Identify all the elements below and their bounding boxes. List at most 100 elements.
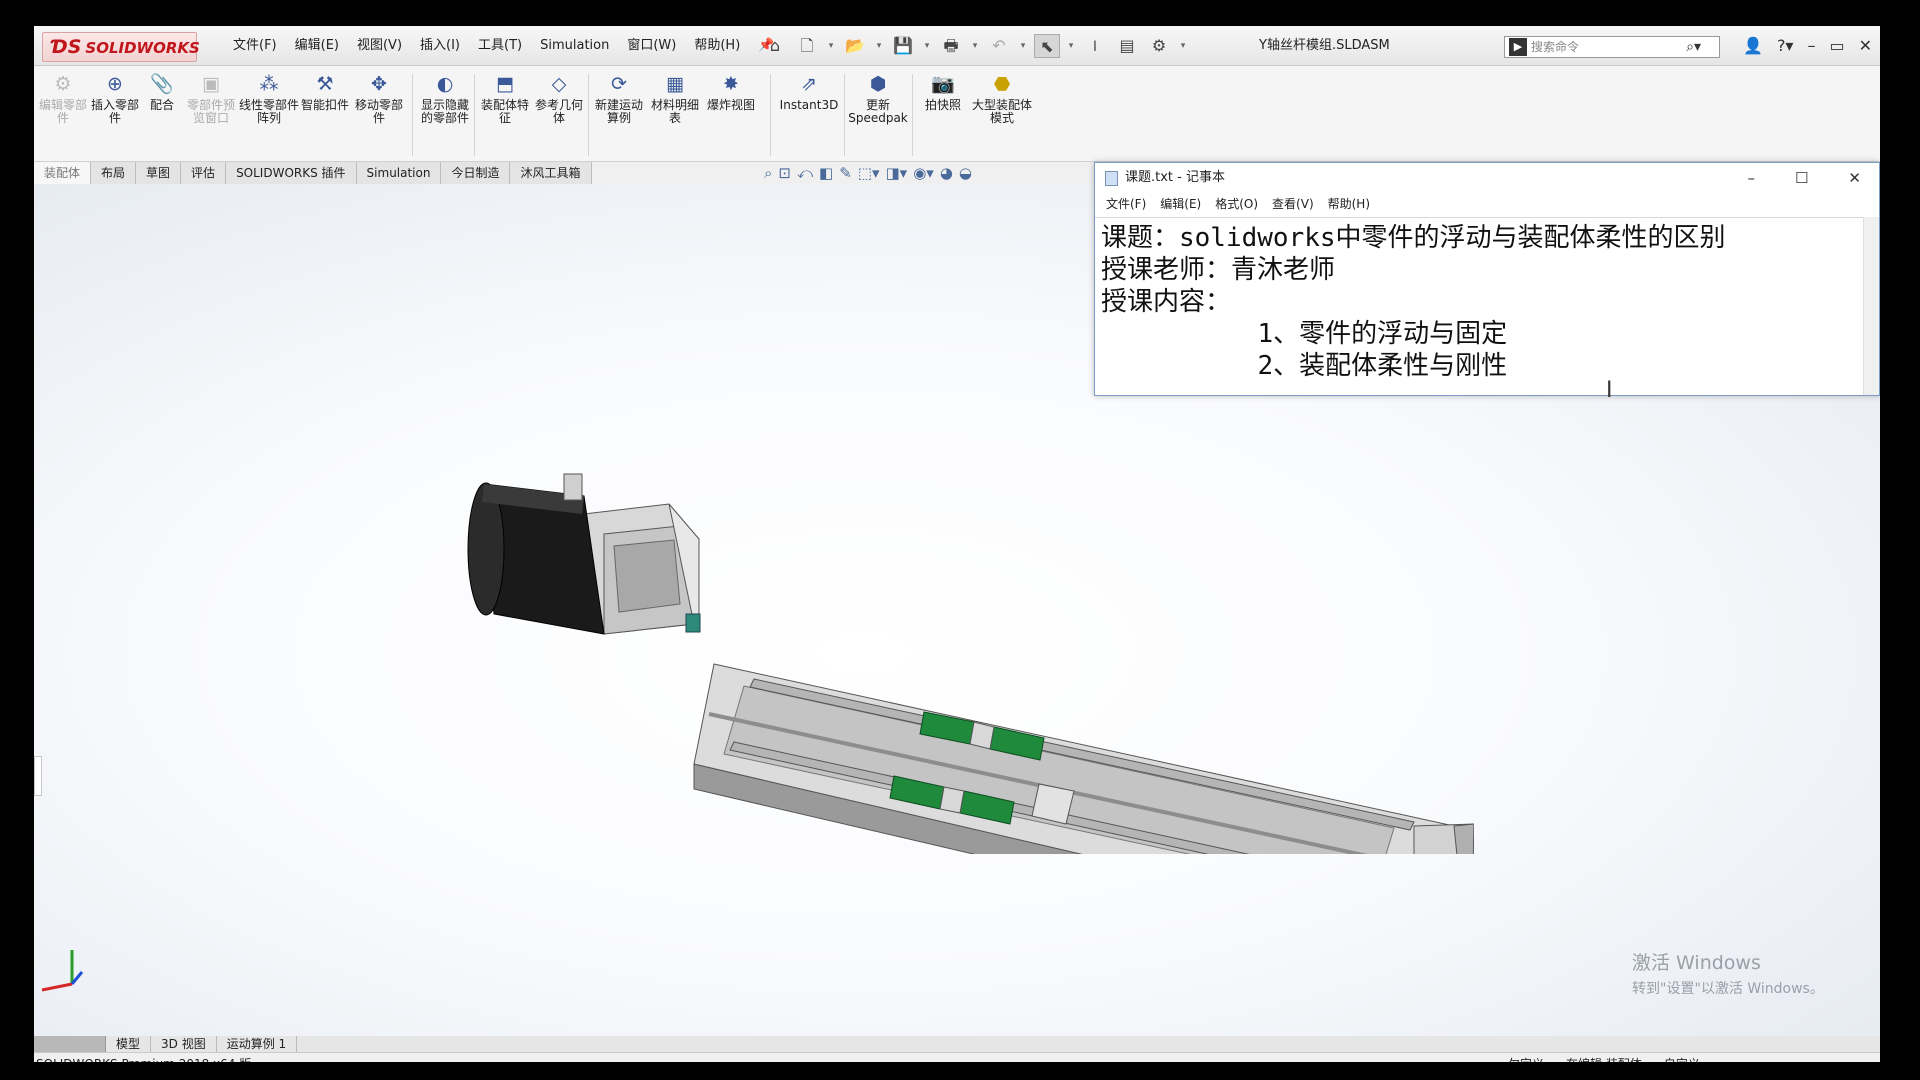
notepad-menu-format[interactable]: 格式(O) (1208, 193, 1265, 215)
tab-motion-study-1[interactable]: 运动算例 1 (217, 1036, 298, 1052)
previous-view-icon[interactable]: ⤺ (797, 162, 813, 184)
notepad-menu-view[interactable]: 查看(V) (1265, 193, 1321, 215)
options-gear-icon[interactable]: ⚙ (1146, 34, 1172, 58)
options-dropdown-icon[interactable]: ▾ (1178, 34, 1188, 58)
save-dropdown-icon[interactable]: ▾ (922, 34, 932, 58)
preview-window-icon: ▣ (202, 73, 220, 95)
notepad-minimize-icon[interactable]: – (1747, 163, 1755, 193)
edit-appearance-icon[interactable]: ◕ (940, 162, 953, 184)
tab-3d-views[interactable]: 3D 视图 (151, 1036, 217, 1052)
instant3d-button[interactable]: ⇗ Instant3D (776, 72, 842, 112)
menu-file[interactable]: 文件(F) (224, 26, 286, 66)
linear-component-pattern-button[interactable]: ⁂ 线性零部件阵列 (238, 72, 300, 125)
notepad-vertical-scrollbar[interactable] (1863, 217, 1879, 395)
status-definition: 欠定义 (1508, 1053, 1544, 1062)
select-dropdown-icon[interactable]: ▾ (1066, 34, 1076, 58)
rebuild-icon[interactable]: ⏽ (1082, 34, 1108, 58)
maximize-icon[interactable]: ▭ (1829, 26, 1844, 66)
notepad-menu-help[interactable]: 帮助(H) (1321, 193, 1377, 215)
zoom-to-area-icon[interactable]: ⊡ (778, 162, 791, 184)
move-component-button[interactable]: ✥ 移动零部件 (352, 72, 406, 125)
smart-fasteners-button[interactable]: ⚒ 智能扣件 (300, 72, 350, 112)
assembly-features-button[interactable]: ⬒ 装配体特征 (478, 72, 532, 125)
status-units[interactable]: 自定义 (1664, 1053, 1700, 1062)
menu-help[interactable]: 帮助(H) (685, 26, 749, 66)
notepad-menu-file[interactable]: 文件(F) (1099, 193, 1153, 215)
menu-window[interactable]: 窗口(W) (618, 26, 685, 66)
print-dropdown-icon[interactable]: ▾ (970, 34, 980, 58)
units-dropdown-icon[interactable]: ▴ (1722, 1053, 1728, 1062)
tab-solidworks-addins[interactable]: SOLIDWORKS 插件 (226, 162, 357, 184)
take-snapshot-button[interactable]: 📷 拍快照 (916, 72, 970, 112)
new-motion-study-button[interactable]: ⟳ 新建运动算例 (592, 72, 646, 125)
bill-of-materials-button[interactable]: ▦ 材料明细表 (648, 72, 702, 125)
tab-sketch[interactable]: 草图 (136, 162, 182, 184)
tab-manufacturing[interactable]: 今日制造 (441, 162, 511, 184)
large-assembly-mode-button[interactable]: ⬣ 大型装配体模式 (972, 72, 1032, 125)
mate-button[interactable]: 📎 配合 (140, 72, 184, 112)
solidworks-logo[interactable]: ƊS SOLIDWORKS (42, 32, 200, 62)
undo-icon[interactable]: ↶ (986, 34, 1012, 58)
save-icon[interactable]: 💾 (890, 34, 916, 58)
help-icon[interactable]: ?▾ (1777, 26, 1794, 66)
tab-toolbox[interactable]: 沐风工具箱 (510, 162, 592, 184)
print-icon[interactable]: 🖶 (938, 34, 964, 58)
exploded-view-button[interactable]: ✸ 爆炸视图 (704, 72, 758, 112)
tab-assembly[interactable]: 装配体 (34, 162, 92, 184)
tab-scroll-arrows[interactable] (34, 1036, 106, 1052)
window-controls: 👤 ?▾ – ▭ ✕ (1743, 26, 1872, 66)
tab-simulation[interactable]: Simulation (356, 162, 442, 184)
menu-insert[interactable]: 插入(I) (411, 26, 469, 66)
home-icon[interactable]: ⌂ (762, 34, 788, 58)
close-icon[interactable]: ✕ (1859, 26, 1872, 66)
new-dropdown-icon[interactable]: ▾ (826, 34, 836, 58)
tab-model[interactable]: 模型 (106, 1036, 152, 1052)
bill-of-materials-icon: ▦ (666, 73, 684, 95)
search-icon[interactable]: ⌕▾ (1686, 37, 1701, 57)
feature-manager-collapse-handle[interactable] (34, 756, 42, 796)
update-speedpak-button[interactable]: ⬢ 更新Speedpak (846, 72, 910, 125)
file-properties-icon[interactable]: ▤ (1114, 34, 1140, 58)
component-preview-window-button[interactable]: ▣ 零部件预览窗口 (184, 72, 238, 125)
bottom-view-tabs: 模型 3D 视图 运动算例 1 (34, 1036, 1880, 1052)
open-dropdown-icon[interactable]: ▾ (874, 34, 884, 58)
notepad-maximize-icon[interactable]: ☐ (1795, 163, 1808, 193)
menu-bar: 文件(F) 编辑(E) 视图(V) 插入(I) 工具(T) Simulation… (224, 26, 783, 66)
zoom-to-fit-icon[interactable]: ⌕ (764, 162, 772, 184)
hide-show-items-icon[interactable]: ◉▾ (913, 162, 934, 184)
notepad-menu-edit[interactable]: 编辑(E) (1153, 193, 1208, 215)
notepad-title-bar[interactable]: 课题.txt - 记事本 – ☐ ✕ (1095, 163, 1879, 193)
new-document-icon[interactable]: 🗋 (794, 34, 820, 58)
search-commands-input[interactable]: ▶ 搜索命令 ⌕▾ (1504, 36, 1720, 58)
select-arrow-icon[interactable]: ⬉ (1034, 34, 1060, 58)
tab-layout[interactable]: 布局 (91, 162, 137, 184)
status-editing: 在编辑 装配体 (1566, 1053, 1642, 1062)
section-view-icon[interactable]: ◧ (819, 162, 833, 184)
command-search-icon: ▶ (1509, 38, 1527, 56)
tab-evaluate[interactable]: 评估 (181, 162, 227, 184)
reference-geometry-button[interactable]: ◇ 参考几何体 (532, 72, 586, 125)
undo-dropdown-icon[interactable]: ▾ (1018, 34, 1028, 58)
notepad-text-area[interactable]: 课题：solidworks中零件的浮动与装配体柔性的区别 授课老师：青沐老师 授课内… (1095, 217, 1865, 393)
dynamic-annotation-icon[interactable]: ✎ (839, 162, 852, 184)
user-icon[interactable]: 👤 (1743, 26, 1763, 66)
insert-components-button[interactable]: ⊕ 插入零部件 (88, 72, 142, 125)
open-folder-icon[interactable]: 📂 (842, 34, 868, 58)
menu-simulation[interactable]: Simulation (531, 26, 618, 66)
linear-module-3d-model[interactable] (454, 454, 1474, 854)
notepad-close-icon[interactable]: ✕ (1848, 163, 1861, 193)
view-orientation-icon[interactable]: ⬚▾ (858, 162, 880, 184)
heads-up-view-toolbar: ⌕ ⊡ ⤺ ◧ ✎ ⬚▾ ◨▾ ◉▾ ◕ ◒ (764, 162, 972, 184)
menu-edit[interactable]: 编辑(E) (286, 26, 348, 66)
notepad-window[interactable]: 课题.txt - 记事本 – ☐ ✕ 文件(F) 编辑(E) 格式(O) 查看(… (1094, 162, 1880, 396)
scene-icon[interactable]: ◒ (959, 162, 972, 184)
speedpak-icon: ⬢ (869, 73, 887, 95)
minimize-icon[interactable]: – (1807, 26, 1815, 66)
ribbon-separator (912, 74, 913, 156)
menu-tools[interactable]: 工具(T) (469, 26, 531, 66)
display-style-icon[interactable]: ◨▾ (886, 162, 908, 184)
edit-component-button[interactable]: ⚙ 编辑零部件 (36, 72, 90, 125)
menu-view[interactable]: 视图(V) (348, 26, 411, 66)
command-manager-ribbon: ⚙ 编辑零部件 ⊕ 插入零部件 📎 配合 ▣ 零部件预览窗口 ⁂ 线性零部件阵列 ⚒ 智能扣… (34, 66, 1880, 162)
show-hidden-components-button[interactable]: ◐ 显示隐藏的零部件 (418, 72, 472, 125)
